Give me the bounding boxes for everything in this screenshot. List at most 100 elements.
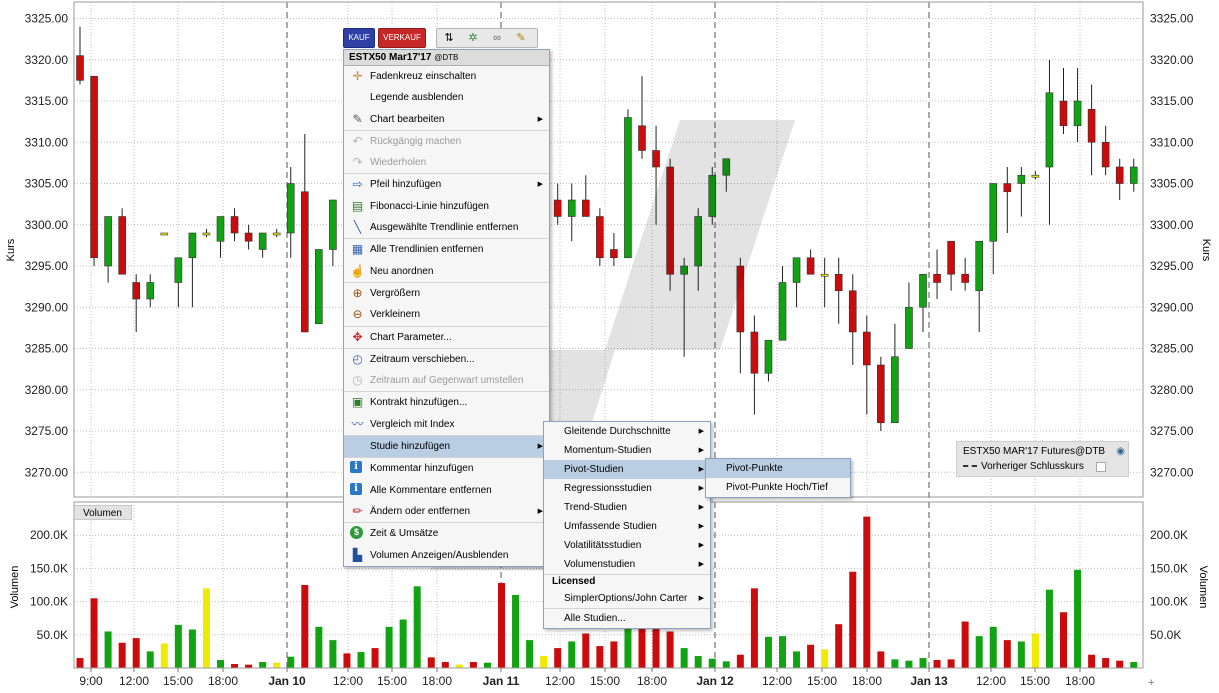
time-tick-label: 15:00 [377,674,407,688]
context-menu-item[interactable]: ✥ Chart Parameter... [344,325,549,348]
study-menu-item[interactable]: Volatilitätsstudien ▶ [544,536,710,555]
candle-body [244,232,253,242]
sell-button[interactable]: VERKAUF [378,28,426,48]
chevron-right-icon: ▶ [698,561,704,568]
context-menu-item: ↶ Rückgängig machen [344,129,549,152]
candle-body [132,282,140,300]
candle-body [778,282,787,341]
link-icon[interactable]: ∞ [487,30,507,46]
study-menu-item[interactable]: SimplerOptions/John Carter ▶ [544,589,710,608]
sort-icon[interactable]: ⇅ [439,30,459,46]
candle-body [806,257,815,275]
price-tick-left: 3270.00 [25,465,69,479]
context-menu: ESTX50 Mar17'17 @DTB ✛ Fadenkreuz einscha… [343,49,550,567]
candle [118,208,126,275]
volume-bar [863,516,871,668]
buy-button[interactable]: KAUF [343,28,375,48]
study-menu-item[interactable]: Umfassende Studien ▶ [544,517,710,536]
candle-body [286,183,295,234]
context-menu-item[interactable]: 〰 Vergleich mit Index [344,414,549,435]
legend-checkbox[interactable] [1096,462,1106,472]
candle [862,315,871,415]
context-menu-item[interactable]: ⇨ Pfeil hinzufügen ▶ [344,173,549,195]
price-tick-left: 3315.00 [25,94,69,108]
candle-body [638,125,646,151]
study-menu-item-label: Gleitende Durchschnitte [564,426,671,437]
study-menu-item[interactable]: Volumenstudien ▶ [544,555,710,574]
volume-bar [666,631,674,668]
time-tick-label: Jan 10 [268,674,306,688]
volume-bar [1074,569,1082,668]
volume-bar [975,636,983,668]
context-menu-item[interactable]: ▙ Volumen Anzeigen/Ausblenden [344,545,549,566]
volume-panel-tab[interactable]: Volumen [74,505,132,520]
pivot-menu-item[interactable]: Pivot-Punkte Hoch/Tief [706,478,850,497]
context-menu-item[interactable]: ⊕ Vergrößern [344,281,549,304]
volume-bar [961,621,969,668]
tools-icon[interactable]: ✲ [463,30,483,46]
context-menu-item[interactable]: ▤ Fibonacci-Linie hinzufügen [344,196,549,217]
volume-bar [1130,662,1138,668]
candle [1059,68,1068,134]
candle-body [610,249,618,259]
context-menu-item[interactable]: Studie hinzufügen ▶ [344,435,549,458]
volume-tick-right: 100.0K [1150,595,1188,609]
chart-toolbar: ⇅ ✲ ∞ ✎ [436,28,538,48]
context-menu-item[interactable]: ℹ Kommentar hinzufügen [344,457,549,479]
candle [1129,158,1138,192]
candle [891,323,899,424]
trendlines-icon: ▦ [351,242,364,257]
candle [834,257,843,324]
study-menu-item[interactable]: Regressionsstudien ▶ [544,479,710,498]
trendline-remove-icon: ╲ [353,220,362,235]
candle [975,240,984,332]
context-menu-item[interactable]: $ Zeit & Umsätze [344,522,549,544]
volume-bar [1060,612,1067,668]
volume-bar [750,588,758,668]
context-menu-item[interactable]: ✎ Chart bearbeiten ▶ [344,109,549,130]
zoom-out-icon: ⊖ [352,307,363,322]
chart-legend[interactable]: ESTX50 MAR'17 Futures@DTB ◉ Vorheriger S… [956,441,1129,477]
candle [329,199,337,266]
volume-tick-right: 50.0K [1150,628,1181,642]
price-tick-right: 3300.00 [1150,218,1194,232]
context-menu-item[interactable]: ✏ Ändern oder entfernen ▶ [344,501,549,522]
candle [567,183,576,242]
parameter-icon: ✥ [352,329,363,344]
context-menu-item[interactable]: ▣ Kontrakt hinzufügen... [344,391,549,413]
context-menu-item[interactable]: ◴ Zeitraum verschieben... [344,347,549,370]
candle [778,266,787,341]
volume-bar [526,640,534,668]
study-menu-item[interactable]: Trend-Studien ▶ [544,498,710,517]
study-menu-item-label: Pivot-Studien [564,464,624,475]
candle [624,109,632,259]
context-menu-item[interactable]: ℹ Alle Kommentare entfernen [344,480,549,501]
context-menu-item-label: Chart bearbeiten [370,113,445,125]
context-menu-item[interactable]: ╲ Ausgewählte Trendlinie entfernen [344,217,549,238]
candle-body [258,232,267,250]
price-tick-right: 3270.00 [1150,465,1194,479]
volume-bar [273,662,281,668]
globe-icon[interactable]: ◉ [1116,446,1125,457]
brush-icon[interactable]: ✎ [511,30,531,46]
context-menu-item[interactable]: ▦ Alle Trendlinien entfernen [344,238,549,260]
volume-tick-left: 150.0K [30,561,68,575]
context-menu-item-label: Pfeil hinzufügen [370,179,442,191]
volume-bar [624,624,632,668]
study-menu-item[interactable]: Gleitende Durchschnitte ▶ [544,422,710,441]
time-tick-label: 12:00 [333,674,363,688]
study-menu-item[interactable]: Momentum-Studien ▶ [544,441,710,460]
context-menu-item[interactable]: ✛ Fadenkreuz einschalten [344,66,549,87]
pivot-menu-item[interactable]: Pivot-Punkte [706,459,850,478]
candle-body [1087,108,1096,143]
context-menu-item[interactable]: ☝ Neu anordnen [344,261,549,282]
candle [1003,167,1012,233]
legend-line: Vorheriger Schlusskurs [963,461,1084,472]
all-studies-item[interactable]: Alle Studien... [544,608,710,628]
study-menu-item[interactable]: Pivot-Studien ▶ [544,460,710,479]
context-menu-item[interactable]: ⊖ Verkleinern [344,304,549,325]
volume-bar [835,624,843,668]
volume-bar [905,660,913,668]
context-menu-item[interactable]: Legende ausblenden [344,87,549,108]
volume-bar [160,643,168,668]
